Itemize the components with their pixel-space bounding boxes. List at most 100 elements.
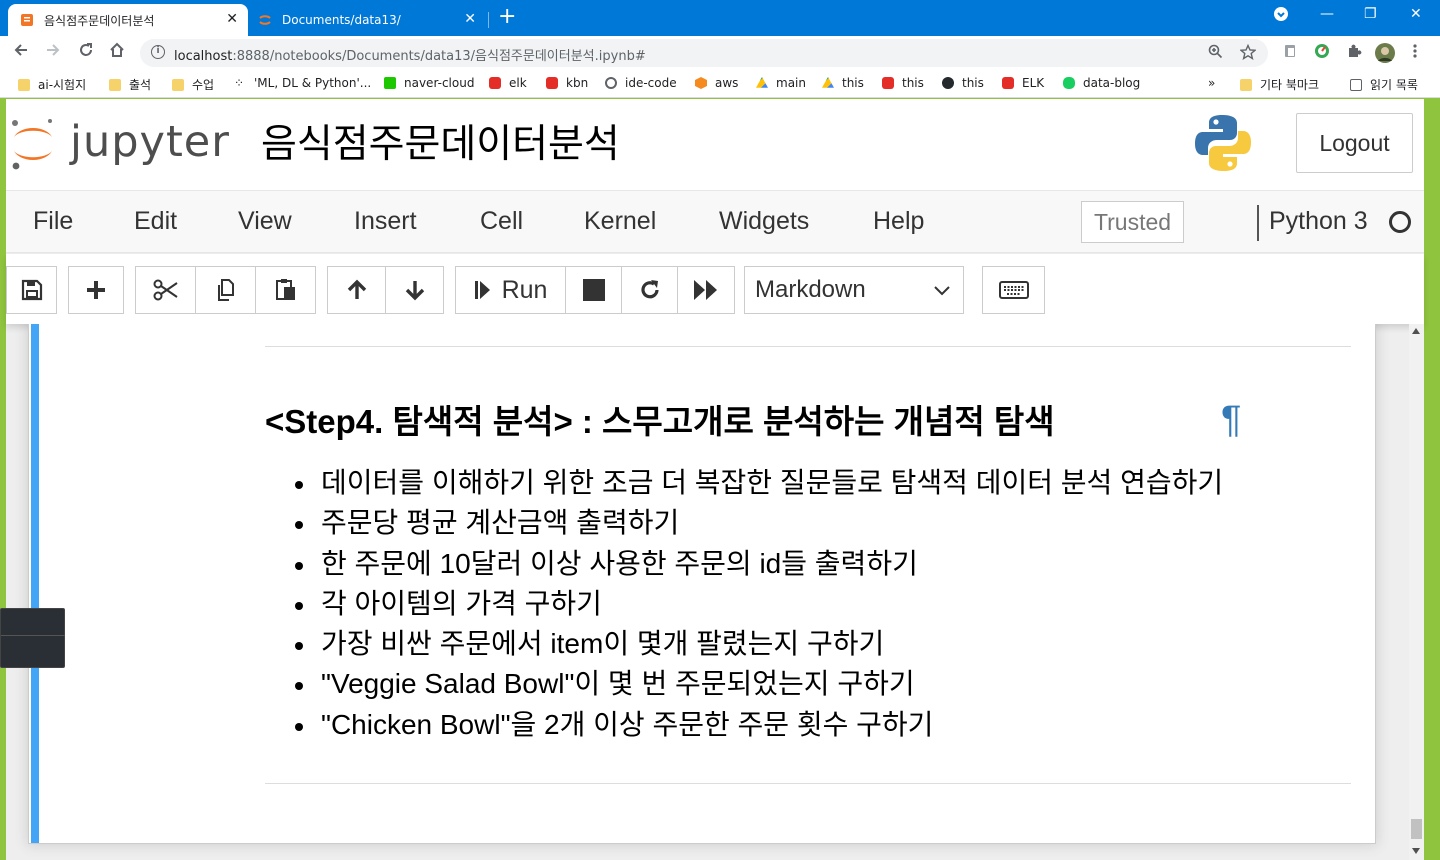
new-tab-button[interactable]: + — [498, 6, 516, 28]
bookmark-star-icon[interactable] — [1239, 43, 1257, 64]
menu-widgets[interactable]: Widgets — [719, 207, 809, 236]
jupyter-logo-icon — [12, 119, 52, 170]
site-info-icon[interactable]: i — [151, 45, 165, 59]
tab-directory[interactable]: Documents/data13/ ✕ — [250, 4, 486, 36]
reading-list-button[interactable]: 읽기 목록 — [1350, 76, 1418, 93]
bookmarks-overflow-button[interactable]: » — [1208, 76, 1215, 90]
menu-bar: File Edit View Insert Cell Kernel Widget… — [6, 191, 1424, 253]
paste-button[interactable] — [255, 266, 316, 314]
bookmark-item[interactable]: this — [822, 76, 864, 90]
bookmark-label: naver-cloud — [404, 76, 475, 90]
bookmark-label: main — [776, 76, 806, 90]
jupyter-notebook-icon — [20, 13, 34, 27]
list-item: 한 주문에 10달러 이상 사용한 주문의 id들 출력하기 — [295, 544, 1223, 584]
bookmark-label: data-blog — [1083, 76, 1141, 90]
bookmark-item[interactable]: main — [756, 76, 806, 90]
bookmark-item[interactable]: kbn — [546, 76, 588, 90]
puzzle-icon[interactable] — [1346, 43, 1362, 63]
plus-icon — [87, 281, 105, 299]
restart-kernel-button[interactable] — [621, 266, 678, 314]
youtube-icon — [489, 77, 501, 89]
tab-close-icon[interactable]: ✕ — [464, 12, 476, 26]
menu-cell[interactable]: Cell — [480, 207, 523, 236]
tab-close-icon[interactable]: ✕ — [226, 12, 238, 26]
menu-edit[interactable]: Edit — [134, 207, 177, 236]
list-item: 데이터를 이해하기 위한 조금 더 복잡한 질문들로 탐색적 데이터 분석 연습… — [295, 463, 1223, 503]
close-window-button[interactable]: ✕ — [1410, 6, 1422, 22]
back-arrow-icon[interactable] — [12, 41, 30, 64]
move-down-button[interactable] — [385, 266, 444, 314]
tab-search-icon[interactable] — [1273, 6, 1289, 26]
scroll-down-arrow-icon[interactable] — [1412, 848, 1420, 854]
logout-button[interactable]: Logout — [1296, 113, 1413, 173]
notebook-toolbar: Run Markdown — [6, 254, 1424, 324]
move-up-button[interactable] — [327, 266, 386, 314]
menu-kernel[interactable]: Kernel — [584, 207, 656, 236]
menu-view[interactable]: View — [238, 207, 292, 236]
zoom-icon[interactable] — [1208, 44, 1223, 63]
menu-insert[interactable]: Insert — [354, 207, 417, 236]
bookmark-item[interactable]: data-blog — [1063, 76, 1140, 90]
forward-arrow-icon[interactable] — [44, 41, 62, 64]
run-button[interactable]: Run — [455, 266, 566, 314]
bookmark-item[interactable]: this — [942, 76, 984, 90]
bookmark-item[interactable]: aws — [695, 76, 738, 90]
youtube-icon — [546, 77, 558, 89]
cut-button[interactable] — [135, 266, 196, 314]
tab-notebook[interactable]: 음식점주문데이터분석 ✕ — [8, 4, 248, 36]
bookmark-item[interactable]: 수업 — [172, 76, 214, 93]
menu-help[interactable]: Help — [873, 207, 924, 236]
floating-side-panel[interactable] — [0, 608, 65, 668]
notebook-title[interactable]: 음식점주문데이터분석 — [261, 113, 620, 169]
command-palette-button[interactable] — [982, 266, 1045, 314]
panel-divider — [1, 635, 65, 636]
interrupt-kernel-button[interactable] — [565, 266, 622, 314]
blog-icon — [1063, 77, 1075, 89]
bookmark-label: this — [842, 76, 864, 90]
scrollbar-thumb[interactable] — [1411, 819, 1422, 839]
bookmark-item[interactable]: ⁘ 'ML, DL & Python'... — [234, 76, 371, 90]
cell-divider — [265, 346, 1351, 347]
copy-icon — [217, 279, 234, 301]
trusted-badge[interactable]: Trusted — [1081, 201, 1184, 243]
notebook-area[interactable]: <Step4. 탐색적 분석> : 스무고개로 분석하는 개념적 탐색 ¶ 데이… — [6, 324, 1424, 860]
bookmark-item[interactable]: elk — [489, 76, 527, 90]
jupyter-page: jupyter 음식점주문데이터분석 Logout File Edit View… — [6, 99, 1424, 860]
selected-cell-indicator — [31, 324, 39, 843]
reload-icon[interactable] — [77, 41, 95, 64]
bookmark-item[interactable]: ide-code — [605, 76, 677, 90]
restart-run-all-button[interactable] — [677, 266, 735, 314]
bookmark-item[interactable]: naver-cloud — [384, 76, 474, 90]
insert-cell-button[interactable] — [68, 266, 124, 314]
minimize-button[interactable]: — — [1320, 6, 1334, 22]
bookmark-item[interactable]: this — [882, 76, 924, 90]
jupyter-logo[interactable]: jupyter — [10, 113, 230, 173]
bookmark-label: kbn — [566, 76, 589, 90]
anchor-link[interactable]: ¶ — [1221, 399, 1241, 442]
avatar[interactable] — [1375, 43, 1395, 67]
bookmark-item[interactable]: 출석 — [109, 76, 151, 93]
url-input[interactable]: i localhost:8888/notebooks/Documents/dat… — [140, 39, 1268, 67]
home-icon[interactable] — [108, 41, 126, 64]
restore-button[interactable]: ❐ — [1364, 6, 1377, 22]
menu-kebab-icon[interactable] — [1412, 43, 1418, 63]
copy-button[interactable] — [195, 266, 256, 314]
kernel-name[interactable]: Python 3 — [1269, 207, 1368, 236]
jupyter-icon — [258, 13, 272, 27]
menu-file[interactable]: File — [33, 207, 73, 236]
list-item: "Chicken Bowl"을 2개 이상 주문한 주문 횟수 구하기 — [295, 705, 1223, 745]
kernel-separator — [1257, 205, 1259, 241]
extension-gauge-icon[interactable] — [1314, 43, 1330, 63]
extension-icon[interactable] — [1282, 43, 1298, 63]
bookmark-item[interactable]: ai-시험지 — [18, 76, 86, 93]
bookmark-item[interactable]: ELK — [1002, 76, 1044, 90]
cell-heading: <Step4. 탐색적 분석> : 스무고개로 분석하는 개념적 탐색 — [265, 403, 1055, 440]
cell-type-select[interactable]: Markdown — [744, 266, 964, 314]
scroll-up-arrow-icon[interactable] — [1412, 328, 1420, 334]
paste-icon — [275, 279, 295, 300]
list-item: 가장 비싼 주문에서 item이 몇개 팔렸는지 구하기 — [295, 624, 1223, 664]
other-bookmarks-folder[interactable]: 기타 북마크 — [1240, 76, 1319, 93]
vertical-scrollbar[interactable] — [1409, 324, 1424, 860]
save-button[interactable] — [6, 266, 57, 314]
python-logo-icon — [1194, 113, 1252, 173]
